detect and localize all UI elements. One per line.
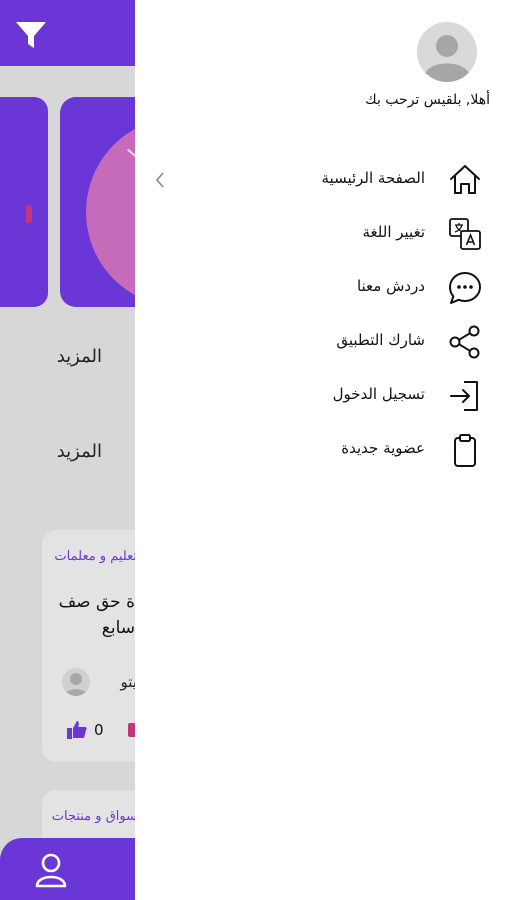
menu-item-label: عضوية جديدة <box>341 439 425 457</box>
banner-card-mark <box>26 205 32 223</box>
post-category: سواق و منتجات <box>51 809 137 824</box>
menu-item-label: تغيير اللغة <box>362 223 426 241</box>
menu-item-register[interactable]: عضوية جديدة <box>135 428 507 472</box>
menu-item-home[interactable]: الصفحة الرئيسية <box>135 158 507 202</box>
clipboard-icon <box>447 432 483 468</box>
navigation-drawer: أهلا, بلقيس ترحب بك الصفحة الرئيسية تغيي… <box>135 0 507 900</box>
like-button[interactable]: 0 <box>66 720 104 740</box>
greeting-text: أهلا, بلقيس ترحب بك <box>365 92 490 108</box>
filter-icon[interactable] <box>14 18 48 52</box>
menu-item-language[interactable]: تغيير اللغة <box>135 212 507 256</box>
post-title-line1: ة حق صف <box>58 592 135 612</box>
profile-icon[interactable] <box>34 852 68 888</box>
menu-item-login[interactable]: تسجيل الدخول <box>135 374 507 418</box>
menu-item-chat[interactable]: دردش معنا <box>135 266 507 310</box>
banner-card-left[interactable] <box>0 97 48 307</box>
post-author-avatar <box>62 668 90 696</box>
post-category: تعليم و معلمات <box>54 549 137 564</box>
user-avatar[interactable] <box>417 22 477 82</box>
more-link[interactable]: المزيد <box>57 346 102 367</box>
menu-item-label: دردش معنا <box>356 277 425 295</box>
chat-icon <box>447 270 483 306</box>
menu-item-label: تسجيل الدخول <box>332 385 425 403</box>
translate-icon <box>447 216 483 252</box>
home-icon <box>447 162 483 198</box>
menu-item-label: الصفحة الرئيسية <box>321 169 426 187</box>
like-count: 0 <box>94 721 104 739</box>
menu-item-share[interactable]: شارك التطبيق <box>135 320 507 364</box>
share-icon <box>447 324 483 360</box>
post-title-line2: سابع <box>101 618 135 638</box>
menu-item-label: شارك التطبيق <box>336 331 425 349</box>
login-icon <box>447 378 483 414</box>
thumbs-up-icon <box>66 720 88 740</box>
more-link[interactable]: المزيد <box>57 441 102 462</box>
